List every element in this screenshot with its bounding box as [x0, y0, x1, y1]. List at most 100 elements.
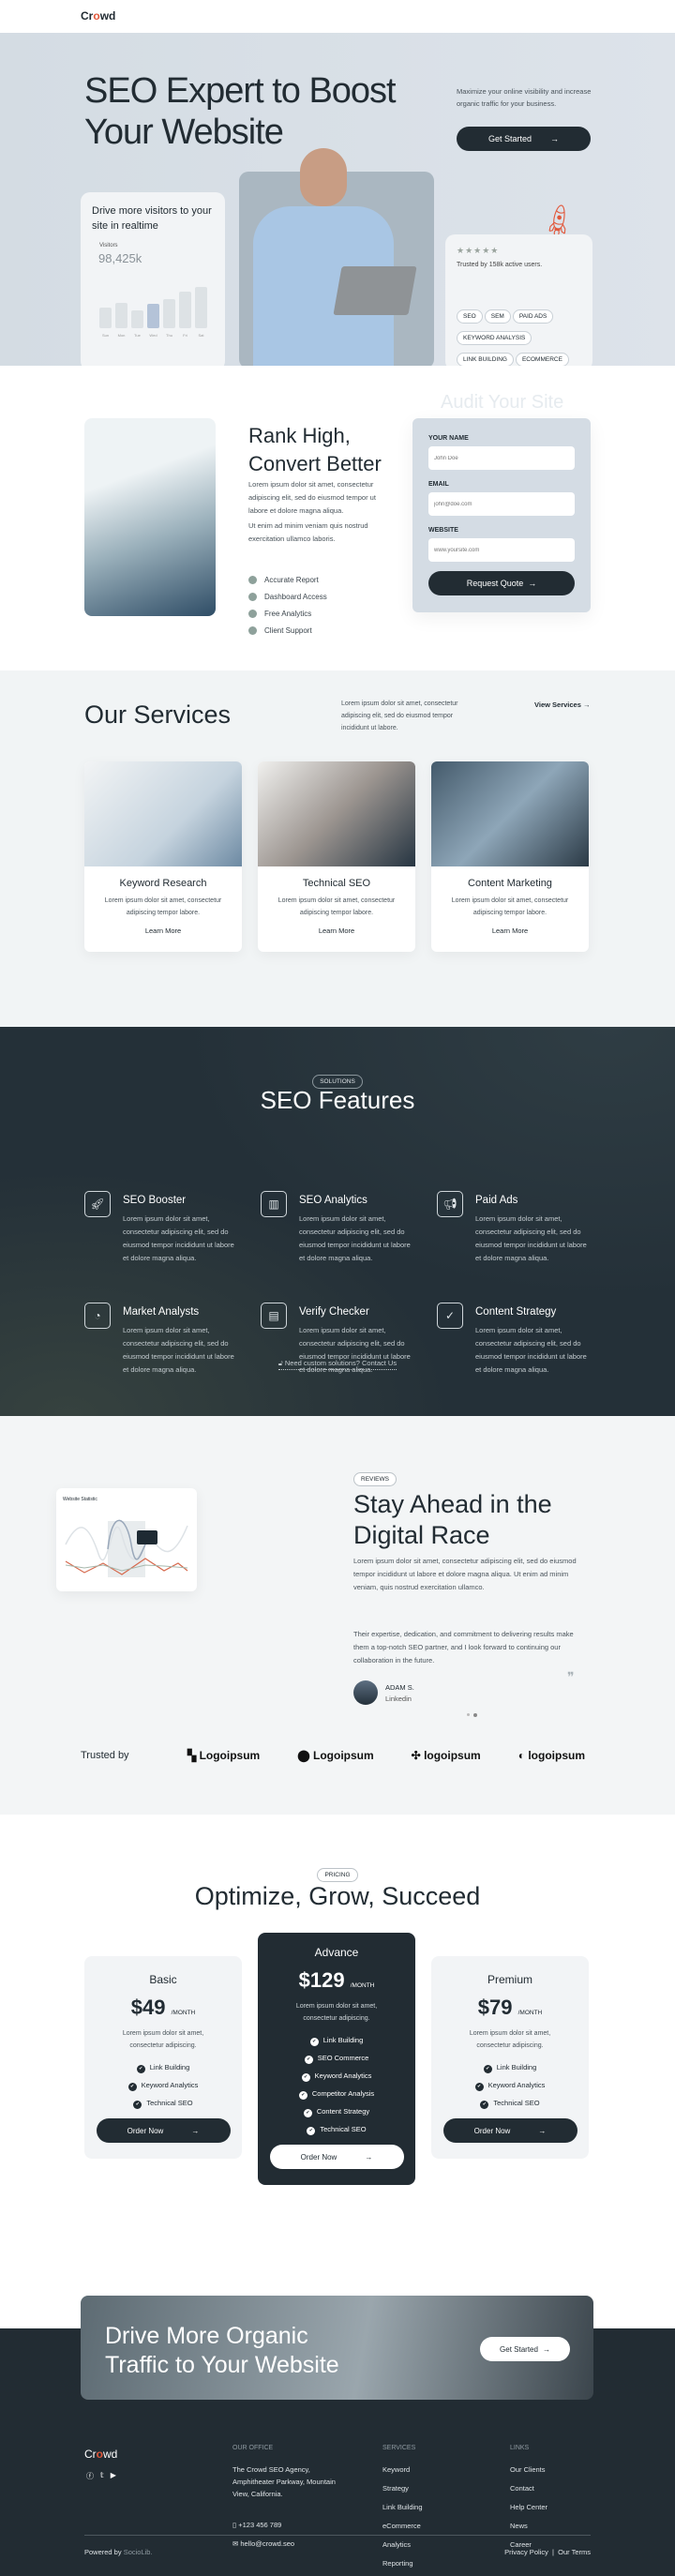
plan-desc: Lorem ipsum dolor sit amet, consectetur …: [295, 2003, 378, 2022]
footer-service-link[interactable]: Keyword: [382, 2463, 423, 2476]
tag[interactable]: KEYWORD ANALYSIS: [457, 331, 532, 345]
check-circle-icon: [248, 626, 257, 635]
cta-banner: Drive More Organic Traffic to Your Websit…: [81, 2296, 593, 2400]
trust-card: ★★★★★ Trusted by 158k active users. SEO S…: [445, 234, 592, 366]
hero-person-image: [253, 148, 417, 366]
statistic-title: Website Statistic: [63, 1497, 98, 1502]
logo[interactable]: Crowd: [81, 9, 115, 23]
author-source: Linkedin: [385, 1695, 412, 1703]
visitors-label: Visitors: [99, 243, 118, 249]
learn-more-link[interactable]: Learn More: [431, 926, 589, 935]
tag[interactable]: LINK BUILDING: [457, 353, 514, 366]
day-label: Thu: [166, 333, 172, 338]
feature-checklist: Accurate Report Dashboard Access Free Anal…: [248, 576, 327, 643]
footer-link[interactable]: News: [510, 2520, 548, 2532]
email-label: EMAIL: [428, 481, 449, 488]
view-services-link[interactable]: View Services →: [534, 700, 591, 709]
arrow-right-icon: →: [550, 134, 560, 143]
footer-services: SERVICES Keyword Strategy Link Building eCom…: [382, 2445, 423, 2576]
day-label: Sat: [198, 333, 204, 338]
day-label: Fri: [183, 333, 188, 338]
terms-link[interactable]: Our Terms: [558, 2548, 591, 2556]
get-started-button[interactable]: Get Started →: [457, 127, 591, 151]
checklist-item: Dashboard Access: [248, 593, 327, 601]
twitter-icon[interactable]: 𝕥: [100, 2471, 104, 2481]
tag[interactable]: SEO: [457, 309, 483, 324]
hero-title: SEO Expert to Boost Your Website: [84, 71, 397, 152]
tag[interactable]: PAID ADS: [512, 309, 554, 324]
features-grid: 🚀︎ SEO Booster Lorem ipsum dolor sit amet,…: [84, 1191, 609, 1377]
powered-by: Powered by SocioLib.: [84, 2548, 153, 2556]
plan-desc: Lorem ipsum dolor sit amet, consectetur …: [122, 2030, 204, 2049]
footer-links: LINKS Our Clients Contact Help Center News Ca…: [510, 2445, 548, 2557]
order-now-button[interactable]: Order Now →: [269, 2145, 404, 2169]
service-card: Keyword Research Lorem ipsum dolor sit am…: [84, 761, 242, 952]
bar-chart-icon: ▥: [261, 1191, 287, 1217]
brand-link[interactable]: SocioLib.: [124, 2548, 153, 2556]
plan-feature: Link Building: [258, 2036, 415, 2046]
pricing-plans: Basic $49 /MONTH Lorem ipsum dolor sit ame…: [84, 1933, 589, 2185]
facebook-icon[interactable]: ⓕ: [86, 2471, 94, 2481]
quote-icon: ❞: [567, 1669, 575, 1684]
megaphone-icon: 📢︎: [437, 1191, 463, 1217]
footer-service-link[interactable]: Analytics: [382, 2538, 423, 2551]
footer-link[interactable]: Our Clients: [510, 2463, 548, 2476]
plan-name: Advance: [314, 1946, 359, 1959]
footer-divider: [84, 2535, 591, 2536]
plan-feature: Keyword Analytics: [84, 2081, 242, 2091]
name-input[interactable]: [428, 446, 575, 470]
website-input[interactable]: [428, 538, 575, 562]
client-logo: ⬤ Logoipsum: [297, 1749, 374, 1762]
pricing-section: PRICING Optimize, Grow, Succeed Basic $49…: [0, 1815, 675, 2276]
reviews-title: Stay Ahead in the Digital Race: [353, 1490, 552, 1549]
learn-more-link[interactable]: Learn More: [258, 926, 415, 935]
plan-feature: Technical SEO: [258, 2125, 415, 2135]
day-label: Tue: [134, 333, 141, 338]
hero: SEO Expert to Boost Your Website Maximize…: [0, 33, 675, 366]
email[interactable]: ✉ hello@crowd.seo: [232, 2538, 345, 2550]
youtube-icon[interactable]: ▶: [111, 2471, 116, 2481]
links-heading: LINKS: [510, 2445, 530, 2451]
trusted-by-label: Trusted by: [81, 1750, 129, 1761]
footer-logo[interactable]: Crowd: [84, 2448, 117, 2461]
feature-desc: Lorem ipsum dolor sit amet, consectetur …: [299, 1214, 411, 1262]
service-image: [84, 761, 242, 866]
check-circle-icon: [248, 593, 257, 601]
request-quote-button[interactable]: Request Quote →: [428, 571, 575, 595]
arrow-right-icon: →: [528, 579, 537, 588]
feature-item: 📢︎ Paid Ads Lorem ipsum dolor sit amet, co…: [437, 1191, 596, 1265]
statistic-chart: [65, 1519, 188, 1577]
footer-link[interactable]: Contact: [510, 2482, 548, 2494]
learn-more-link[interactable]: Learn More: [84, 926, 242, 935]
legal-links: Privacy Policy | Our Terms: [504, 2548, 591, 2556]
hero-subtitle: Maximize your online visibility and incr…: [457, 87, 592, 108]
services-heading: SERVICES: [382, 2445, 416, 2451]
footer-service-link[interactable]: Reporting: [382, 2557, 423, 2569]
footer-service-link[interactable]: eCommerce: [382, 2520, 423, 2532]
plan-desc: Lorem ipsum dolor sit amet, consectetur …: [469, 2030, 551, 2049]
phone[interactable]: ▯ +123 456 789: [232, 2519, 345, 2531]
order-now-button[interactable]: Order Now →: [442, 2118, 578, 2143]
contact-us-link[interactable]: 🔓︎ Need custom solutions? Contact Us: [278, 1359, 398, 1370]
footer-service-link[interactable]: Link Building: [382, 2501, 423, 2513]
spellcheck-icon: ✓: [437, 1303, 463, 1329]
footer-link[interactable]: Help Center: [510, 2501, 548, 2513]
social-links: ⓕ 𝕥 ▶: [86, 2471, 116, 2481]
rank-title: Rank High, Convert Better: [248, 424, 382, 475]
footer-service-link[interactable]: Strategy: [382, 2482, 423, 2494]
service-desc: Lorem ipsum dolor sit amet, consectetur …: [451, 897, 569, 916]
testimonial-quote: Their expertise, dedication, and commitm…: [353, 1630, 574, 1665]
privacy-link[interactable]: Privacy Policy: [504, 2548, 548, 2556]
rocket-icon: 🚀︎: [84, 1191, 111, 1217]
carousel-dots[interactable]: [467, 1713, 477, 1717]
service-image: [258, 761, 415, 866]
tag[interactable]: ECOMMERCE: [515, 353, 569, 366]
tag[interactable]: SEM: [484, 309, 511, 324]
email-input[interactable]: [428, 492, 575, 516]
plan-feature: Keyword Analytics: [431, 2081, 589, 2091]
feature-title: SEO Booster: [123, 1195, 187, 1206]
cta-get-started-button[interactable]: Get Started →: [480, 2337, 570, 2361]
order-now-button[interactable]: Order Now →: [96, 2118, 231, 2143]
feature-title: SEO Analytics: [299, 1195, 368, 1206]
service-desc: Lorem ipsum dolor sit amet, consectetur …: [104, 897, 222, 916]
